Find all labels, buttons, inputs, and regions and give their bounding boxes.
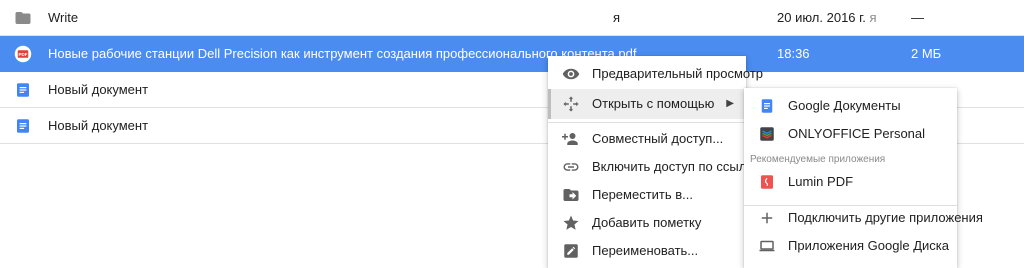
menu-item-rename[interactable]: Переименовать...	[548, 236, 746, 266]
folder-icon	[15, 12, 31, 24]
file-row-folder[interactable]: Write я 20 июл. 2016 г. я —	[0, 0, 1024, 36]
file-owner: я	[613, 10, 621, 25]
lumin-pdf-icon	[761, 175, 773, 189]
file-size: 2 МБ	[911, 46, 942, 61]
menu-item-preview[interactable]: Предварительный просмотр	[548, 59, 763, 89]
recommended-apps-label: Рекомендуемые приложения	[750, 154, 886, 165]
menu-item-link-sharing[interactable]: Включить доступ по ссылке	[548, 152, 759, 182]
file-modified: 20 июл. 2016 г. я	[777, 10, 877, 25]
move-arrows-icon	[563, 96, 579, 112]
context-menu: Предварительный просмотр Открыть с помощ…	[548, 56, 763, 268]
google-docs-icon	[761, 99, 773, 113]
file-name: Write	[48, 10, 79, 25]
star-icon	[563, 215, 579, 230]
file-name: Новый документ	[48, 82, 149, 97]
app-google-docs[interactable]: Google Документы	[744, 91, 957, 121]
menu-item-open-with[interactable]: Открыть с помощью ▶	[548, 89, 746, 119]
person-add-icon	[562, 133, 578, 145]
drive-apps[interactable]: Приложения Google Диска	[744, 231, 957, 261]
link-icon	[563, 163, 579, 171]
app-onlyoffice[interactable]: ONLYOFFICE Personal	[744, 119, 957, 149]
svg-text:PDF: PDF	[19, 52, 28, 57]
menu-divider	[548, 122, 746, 123]
menu-item-star[interactable]: Добавить пометку	[548, 208, 746, 238]
open-with-submenu: Google Документы ONLYOFFICE Personal Рек…	[744, 88, 983, 268]
pdf-file-icon: PDF	[14, 45, 32, 63]
menu-item-share[interactable]: Совместный доступ...	[548, 124, 746, 154]
google-doc-icon	[17, 83, 29, 97]
app-lumin-pdf[interactable]: Lumin PDF	[744, 167, 957, 197]
file-size: —	[911, 10, 924, 25]
menu-item-move[interactable]: Переместить в...	[548, 180, 746, 210]
plus-icon	[761, 212, 773, 224]
eye-icon	[562, 68, 580, 80]
file-name: Новый документ	[48, 118, 149, 133]
chevron-right-icon: ▶	[726, 98, 734, 109]
laptop-icon	[759, 240, 775, 252]
file-row-pdf[interactable]: PDF Новые рабочие станции Dell Precision…	[0, 36, 1024, 72]
connect-more-apps[interactable]: Подключить другие приложения	[744, 203, 983, 233]
file-modified: 18:36	[777, 46, 810, 61]
google-doc-icon	[17, 119, 29, 133]
folder-move-icon	[563, 189, 579, 201]
pencil-icon	[564, 244, 578, 258]
onlyoffice-icon	[760, 127, 774, 141]
